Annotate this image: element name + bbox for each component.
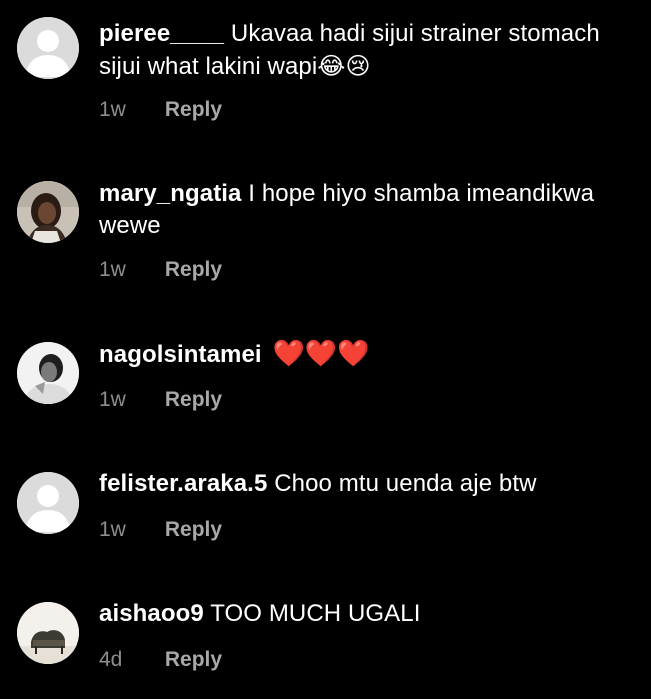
user-avatar[interactable] [17, 181, 79, 243]
reply-button[interactable]: Reply [165, 515, 222, 545]
comment-meta: 1w Reply [99, 95, 222, 125]
comment-username[interactable]: aishaoo9 [99, 600, 204, 627]
comment-timestamp: 1w [99, 98, 126, 121]
comment-body: nagolsintamei ❤️❤️❤️ [99, 338, 619, 371]
comment-meta: 1w Reply [99, 255, 222, 285]
comment-body: mary_ngatia I hope hiyo shamba imeandikw… [99, 178, 619, 242]
comment-meta: 1w Reply [99, 515, 222, 545]
comment-timestamp: 1w [99, 258, 126, 281]
comment-text: TOO MUCH UGALI [210, 600, 421, 627]
reply-button[interactable]: Reply [165, 95, 222, 125]
comment-timestamp: 4d [99, 648, 123, 671]
user-avatar[interactable] [17, 602, 79, 664]
reply-button[interactable]: Reply [165, 385, 222, 415]
comment-username[interactable]: pieree____ [99, 20, 224, 47]
heart-emoji-icon: ❤️❤️❤️ [272, 339, 370, 369]
comment-username[interactable]: mary_ngatia [99, 180, 242, 207]
comment-body: pieree____ Ukavaa hadi sijui strainer st… [99, 18, 619, 83]
reply-button[interactable]: Reply [165, 255, 222, 285]
user-avatar[interactable] [17, 342, 79, 404]
comment-body: aishaoo9 TOO MUCH UGALI [99, 598, 619, 630]
reply-button[interactable]: Reply [165, 645, 222, 675]
comment-body: felister.araka.5 Choo mtu uenda aje btw [99, 468, 619, 500]
comment-timestamp: 1w [99, 518, 126, 541]
comment-meta: 4d Reply [99, 645, 222, 675]
comment-meta: 1w Reply [99, 385, 222, 415]
default-avatar-icon[interactable] [17, 17, 79, 79]
comment-emoji: 😂😢 [317, 52, 371, 80]
comment-username[interactable]: felister.araka.5 [99, 470, 267, 497]
comment-timestamp: 1w [99, 388, 126, 411]
default-avatar-icon[interactable] [17, 472, 79, 534]
comment-text: Choo mtu uenda aje btw [274, 470, 537, 497]
comment-username[interactable]: nagolsintamei [99, 341, 262, 368]
